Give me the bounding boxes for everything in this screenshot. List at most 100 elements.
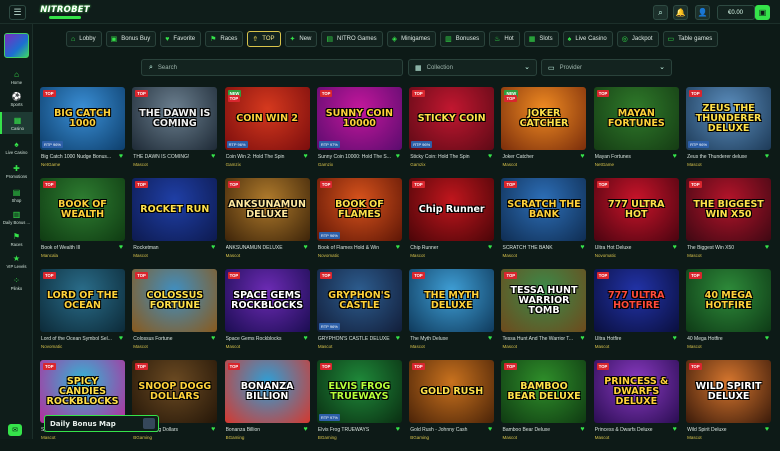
game-thumbnail[interactable]: STICKY COIN TOP RTP 96% [409, 87, 495, 150]
game-card[interactable]: BIG CATCH 1000 TOP RTP 96% Big Catch 1000 N… [40, 87, 125, 178]
sidebar-item-shop[interactable]: ▤ Shop [0, 184, 33, 206]
game-thumbnail[interactable]: 40 MEGA HOTFIRE TOP [686, 269, 772, 332]
game-name[interactable]: Big Catch 1000 Nudge Bonus... [41, 154, 116, 160]
favorite-heart-icon[interactable]: ♥ [580, 244, 584, 251]
game-card[interactable]: LORD OF THE OCEAN TOP Lord of the Ocean Sy… [40, 269, 125, 360]
game-name[interactable]: Sunny Coin 10000: Hold The S... [318, 154, 393, 160]
game-name[interactable]: Book of Flames Hold & Win [318, 245, 393, 251]
game-name[interactable]: Tessa Hunt And The Warrior T... [502, 336, 577, 342]
tab-bonuses[interactable]: ▥ Bonuses [440, 31, 486, 47]
nitrobet-logo[interactable]: NITROBET [40, 2, 90, 22]
favorite-heart-icon[interactable]: ♥ [119, 153, 123, 160]
game-card[interactable]: 40 MEGA HOTFIRE TOP 40 Mega Hotfire Mascot ♥ [686, 269, 772, 360]
game-name[interactable]: GRYPHON'S CASTLE DELUXE [318, 336, 393, 342]
tab-lobby[interactable]: ⌂ Lobby [66, 31, 102, 47]
game-name[interactable]: Chip Runner [410, 245, 485, 251]
game-card[interactable]: SUNNY COIN 10000 TOP RTP 97% Sunny Coin 100… [316, 87, 402, 178]
favorite-heart-icon[interactable]: ♥ [765, 153, 769, 160]
favorite-heart-icon[interactable]: ♥ [119, 244, 123, 251]
game-card[interactable]: GRYPHON'S CASTLE TOP RTP 96% GRYPHON'S CAST… [316, 269, 402, 360]
favorite-heart-icon[interactable]: ♥ [580, 426, 584, 433]
favorite-heart-icon[interactable]: ♥ [488, 153, 492, 160]
game-card[interactable]: GOLD RUSH TOP Gold Rush - Johnny Cash BGami… [409, 360, 495, 451]
notifications-button[interactable]: 🔔 [673, 5, 688, 20]
game-name[interactable]: SCRATCH THE BANK [502, 245, 577, 251]
favorite-heart-icon[interactable]: ♥ [119, 335, 123, 342]
game-thumbnail[interactable]: LORD OF THE OCEAN TOP [40, 269, 125, 332]
daily-bonus-map-button[interactable]: Daily Bonus Map [44, 415, 159, 432]
game-thumbnail[interactable]: 777 ULTRA HOTFIRE TOP [593, 269, 679, 332]
game-name[interactable]: Bonanza Billion [226, 427, 301, 433]
game-card[interactable]: STICKY COIN TOP RTP 96% Sticky Coin: Hold T… [409, 87, 495, 178]
favorite-heart-icon[interactable]: ♥ [673, 244, 677, 251]
favorite-heart-icon[interactable]: ♥ [396, 426, 400, 433]
game-card[interactable]: THE MYTH DELUXE TOP The Myth Deluxe Mascot ♥ [409, 269, 495, 360]
tab-minigames[interactable]: ◈ Minigames [386, 31, 437, 47]
tab-hot[interactable]: ♨ Hot [489, 31, 520, 47]
game-thumbnail[interactable]: THE DAWN IS COMING TOP [132, 87, 218, 150]
game-thumbnail[interactable]: ANKSUNAMUN DELUXE TOP [224, 178, 310, 241]
game-name[interactable]: Sticky Coin: Hold The Spin [410, 154, 485, 160]
game-name[interactable]: Wild Spirit Deluxe [687, 427, 762, 433]
favorite-heart-icon[interactable]: ♥ [488, 335, 492, 342]
game-name[interactable]: 40 Mega Hotfire [687, 336, 762, 342]
favorite-heart-icon[interactable]: ♥ [765, 244, 769, 251]
favorite-heart-icon[interactable]: ♥ [673, 153, 677, 160]
search-input[interactable]: ⌕ Search [141, 59, 403, 76]
game-name[interactable]: ANKSUNAMUN DELUXE [226, 245, 301, 251]
game-thumbnail[interactable]: GRYPHON'S CASTLE TOP RTP 96% [316, 269, 402, 332]
game-card[interactable]: BOOK OF WEALTH TOP Book of Wealth III Manca… [40, 178, 125, 269]
game-name[interactable]: Zeus the Thunderer deluxe [687, 154, 762, 160]
game-thumbnail[interactable]: ELVIS FROG TRUEWAYS TOP RTP 97% [316, 360, 402, 423]
game-name[interactable]: Joker Catcher [502, 154, 577, 160]
sidebar-item-live-casino[interactable]: ♠ Live Casino [0, 136, 33, 158]
game-card[interactable]: SPICY CANDIES ROCKBLOCKSTOPSpicy Candies… [40, 360, 125, 451]
game-name[interactable]: Gold Rush - Johnny Cash [410, 427, 485, 433]
favorite-heart-icon[interactable]: ♥ [211, 244, 215, 251]
favorite-heart-icon[interactable]: ♥ [396, 244, 400, 251]
game-name[interactable]: Mayan Fortunes [595, 154, 670, 160]
sidebar-item-races[interactable]: ⚑ Races [0, 228, 33, 250]
tab-nitro-games[interactable]: ▤ NITRO Games [321, 31, 383, 47]
favorite-heart-icon[interactable]: ♥ [211, 426, 215, 433]
game-thumbnail[interactable]: TESSA HUNT WARRIOR TOMB TOP [501, 269, 587, 332]
game-card[interactable]: TESSA HUNT WARRIOR TOMB TOP Tessa Hunt And… [501, 269, 587, 360]
favorite-heart-icon[interactable]: ♥ [765, 335, 769, 342]
favorite-heart-icon[interactable]: ♥ [211, 153, 215, 160]
tab-new[interactable]: ✦ New [284, 31, 318, 47]
game-name[interactable]: Coin Win 2: Hold The Spin [226, 154, 301, 160]
sidebar-item-sports[interactable]: ⚽ Sports [0, 88, 33, 110]
game-name[interactable]: Lord of the Ocean Symbol Sel... [41, 336, 116, 342]
game-thumbnail[interactable]: THE MYTH DELUXE TOP [409, 269, 495, 332]
sidebar-item-plinko[interactable]: ⁘ Plinko [0, 272, 33, 294]
sidebar-item-home[interactable]: ⌂ Home [0, 66, 33, 88]
profile-button[interactable]: 👤 [695, 5, 710, 20]
game-card[interactable]: Chip Runner TOP Chip Runner Mascot ♥ [409, 178, 495, 269]
favorite-heart-icon[interactable]: ♥ [211, 335, 215, 342]
sidebar-item-vip-levels[interactable]: ★ VIP Levels [0, 250, 33, 272]
game-thumbnail[interactable]: BAMBOO BEAR DELUXE TOP [501, 360, 587, 423]
favorite-heart-icon[interactable]: ♥ [765, 426, 769, 433]
game-card[interactable]: SPACE GEMS ROCKBLOCKS TOP Space Gems Rockb… [224, 269, 310, 360]
game-name[interactable]: Space Gems Rockblocks [226, 336, 301, 342]
favorite-heart-icon[interactable]: ♥ [396, 153, 400, 160]
game-thumbnail[interactable]: BOOK OF WEALTH TOP [40, 178, 125, 241]
game-thumbnail[interactable]: SCRATCH THE BANK TOP [501, 178, 587, 241]
favorite-heart-icon[interactable]: ♥ [673, 426, 677, 433]
chat-button[interactable]: ✉ [8, 424, 22, 436]
game-card[interactable]: MAYAN FORTUNES TOP Mayan Fortunes NetGame ♥ [593, 87, 679, 178]
favorite-heart-icon[interactable]: ♥ [488, 244, 492, 251]
tab-top[interactable]: ⇮ TOP [247, 31, 281, 47]
tab-table-games[interactable]: ▭ Table games [662, 31, 719, 47]
favorite-heart-icon[interactable]: ♥ [303, 335, 307, 342]
favorite-heart-icon[interactable]: ♥ [488, 426, 492, 433]
favorite-heart-icon[interactable]: ♥ [303, 426, 307, 433]
tab-jackpot[interactable]: ◎ Jackpot [616, 31, 659, 47]
game-card[interactable]: ROCKET RUN TOP Rocketman Mascot ♥ [132, 178, 218, 269]
game-name[interactable]: The Myth Deluxe [410, 336, 485, 342]
promo-thumbnail[interactable] [4, 33, 29, 58]
tab-bonus-buy[interactable]: ▣ Bonus Buy [105, 31, 157, 47]
favorite-heart-icon[interactable]: ♥ [673, 335, 677, 342]
balance-display[interactable]: €0.00 [717, 5, 755, 20]
game-card[interactable]: WILD SPIRIT DELUXE TOP Wild Spirit Deluxe M… [686, 360, 772, 451]
